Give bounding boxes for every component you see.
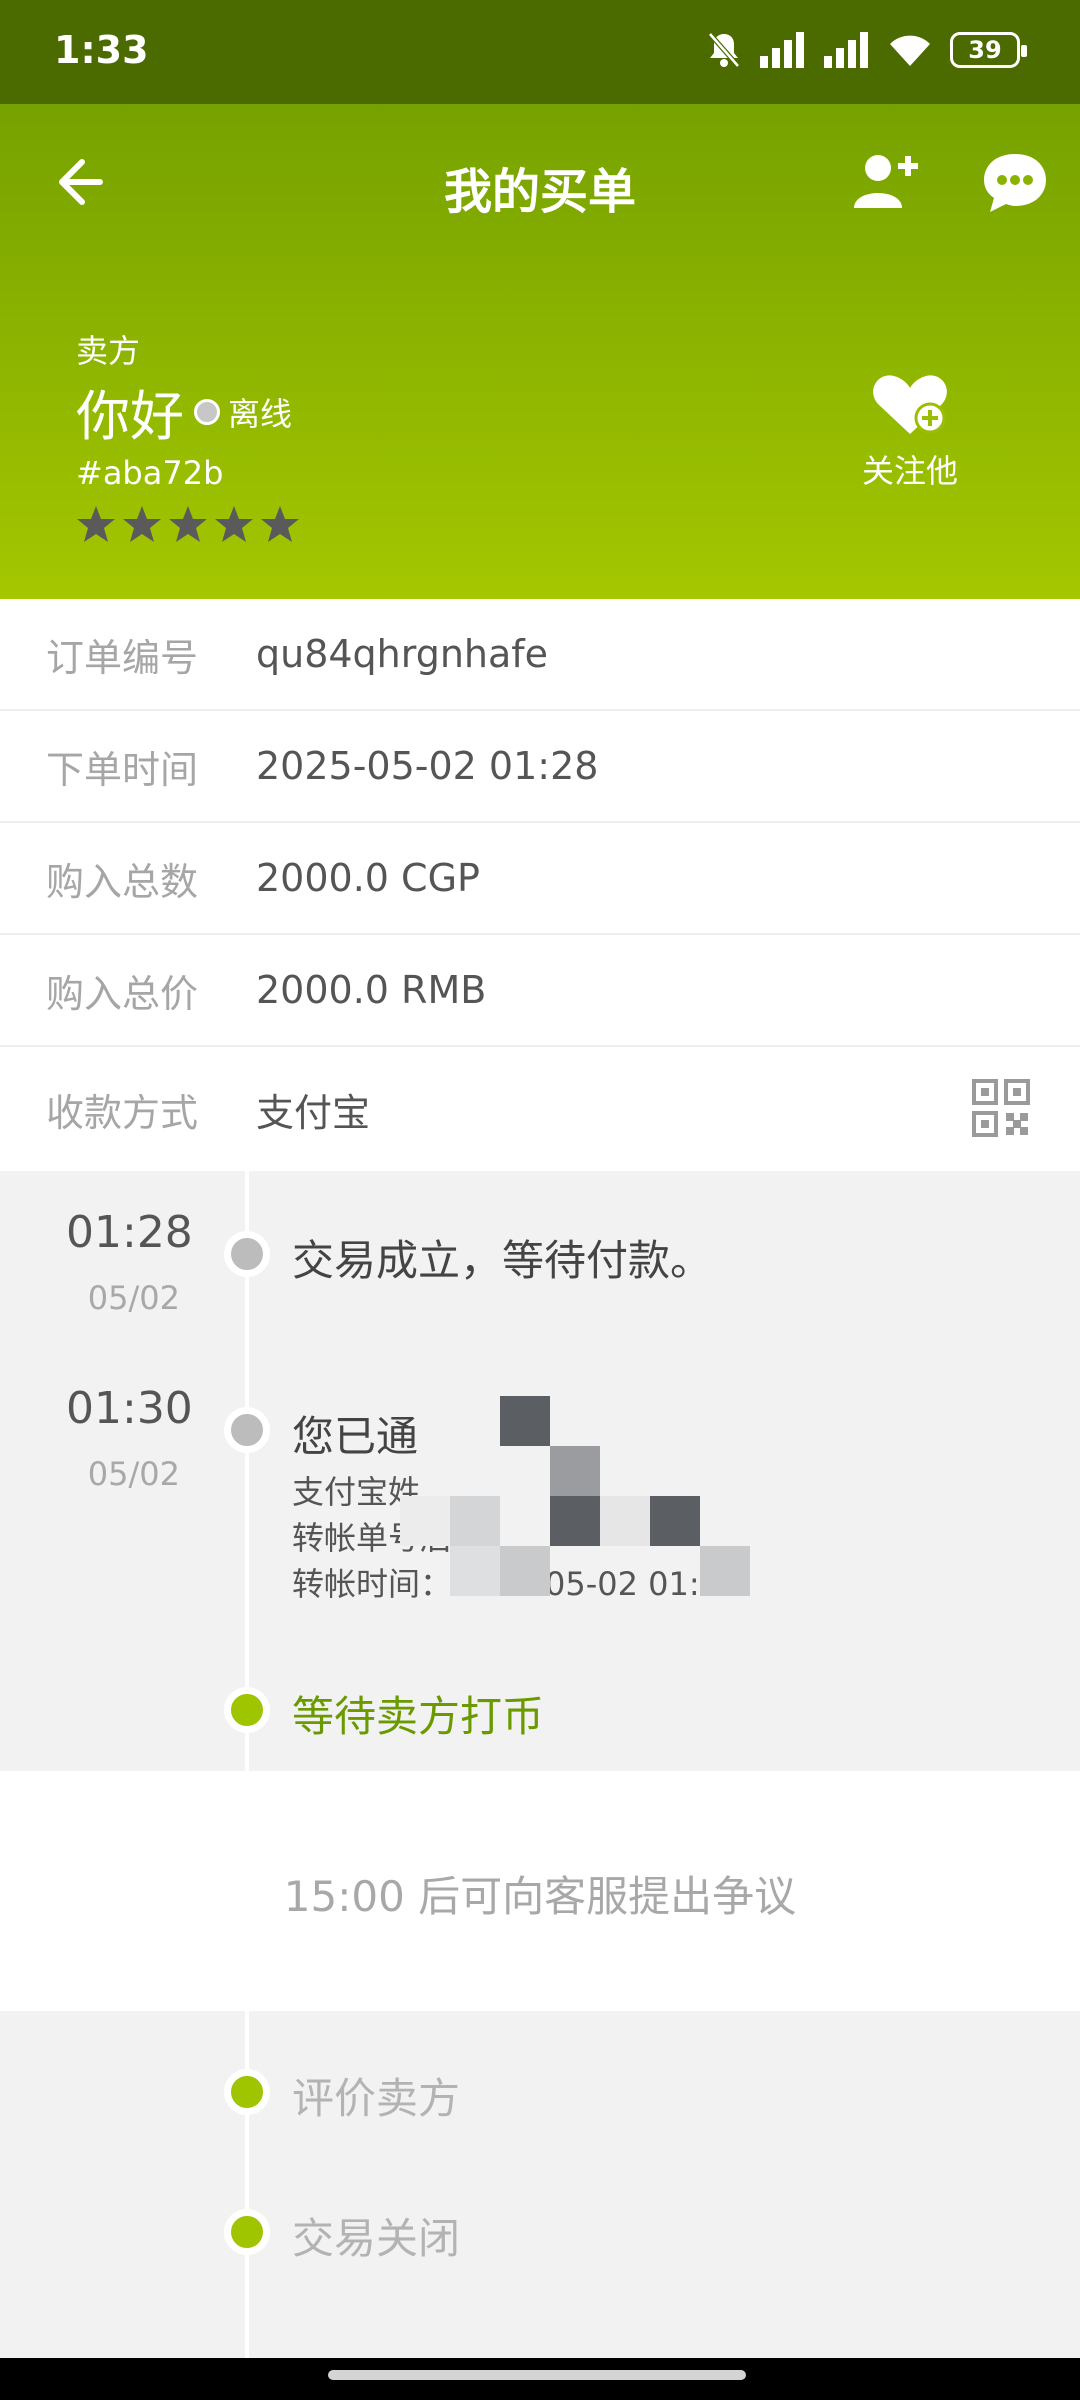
wifi-icon [890, 35, 930, 66]
timeline-dot [224, 2069, 270, 2115]
status-icons: 39 [706, 30, 1027, 70]
battery-icon: 39 [950, 32, 1027, 68]
seller-label: 卖方 [76, 332, 141, 370]
home-indicator[interactable] [328, 2370, 746, 2380]
seller-name: 你好 [76, 385, 184, 448]
add-user-icon[interactable] [850, 148, 920, 218]
signal-icon-2 [824, 32, 868, 68]
event-time: 01:30 [66, 1383, 193, 1434]
system-nav-bar [0, 2358, 1080, 2400]
detail-row-payment-method[interactable]: 收款方式 支付宝 [0, 1047, 1080, 1171]
detail-value: 2025-05-02 01:28 [256, 744, 599, 788]
chat-icon[interactable] [980, 148, 1050, 218]
star-icon [261, 506, 299, 542]
offline-status-dot [194, 398, 220, 425]
seller-status: 离线 [228, 394, 293, 433]
detail-value: qu84qhrgnhafe [256, 632, 549, 676]
timeline-dot [224, 1407, 270, 1453]
detail-row-total-price: 购入总价 2000.0 RMB [0, 935, 1080, 1047]
star-icon [215, 506, 253, 542]
detail-row-quantity: 购入总数 2000.0 CGP [0, 823, 1080, 935]
detail-row-order-time: 下单时间 2025-05-02 01:28 [0, 711, 1080, 823]
detail-value: 2000.0 RMB [256, 968, 487, 1012]
detail-key: 收款方式 [46, 1090, 199, 1135]
dispute-text: 15:00 后可向客服提出争议 [283, 1872, 797, 1921]
star-icon [77, 506, 115, 542]
star-icon [169, 506, 207, 542]
dispute-notice: 15:00 后可向客服提出争议 [0, 1771, 1080, 2011]
timeline-dot [224, 1231, 270, 1277]
follow-button[interactable]: 关注他 [830, 370, 990, 492]
order-header: 我的买单 卖方 你好 离线 #aba72b 关注他 [0, 104, 1080, 599]
event-time: 01:28 [66, 1207, 193, 1258]
seller-id: #aba72b [76, 454, 224, 492]
redaction-mosaic [396, 1396, 756, 1616]
event-text: 交易成立，等待付款。 [292, 1236, 713, 1285]
detail-key: 购入总数 [46, 859, 199, 904]
step-close-trade: 交易关闭 [292, 2214, 461, 2263]
seller-rating [76, 504, 300, 544]
heart-plus-icon [873, 375, 947, 434]
detail-row-order-number: 订单编号 qu84qhrgnhafe [0, 599, 1080, 711]
follow-label: 关注他 [861, 452, 958, 490]
current-step: 等待卖方打币 [292, 1692, 545, 1741]
mute-bell-icon [708, 32, 740, 68]
status-bar: 1:33 39 [0, 0, 1080, 104]
detail-key: 下单时间 [46, 747, 199, 792]
event-date: 05/02 [87, 1279, 180, 1317]
qr-code-icon[interactable] [972, 1079, 1030, 1137]
event-date: 05/02 [87, 1455, 180, 1493]
timeline-dot [224, 2209, 270, 2255]
detail-key: 购入总价 [46, 971, 199, 1016]
detail-key: 订单编号 [46, 635, 199, 680]
order-details: 订单编号 qu84qhrgnhafe 下单时间 2025-05-02 01:28… [0, 599, 1080, 1171]
step-rate-seller: 评价卖方 [292, 2074, 461, 2123]
status-time: 1:33 [54, 28, 149, 72]
seller-name-row: 你好 离线 [76, 372, 292, 451]
future-steps: 评价卖方 交易关闭 [0, 2011, 1080, 2358]
signal-icon [760, 32, 804, 68]
detail-value: 2000.0 CGP [256, 856, 480, 900]
timeline-line [245, 2011, 249, 2358]
timeline-dot-current [224, 1687, 270, 1733]
detail-value: 支付宝 [256, 1090, 371, 1135]
star-icon [123, 506, 161, 542]
